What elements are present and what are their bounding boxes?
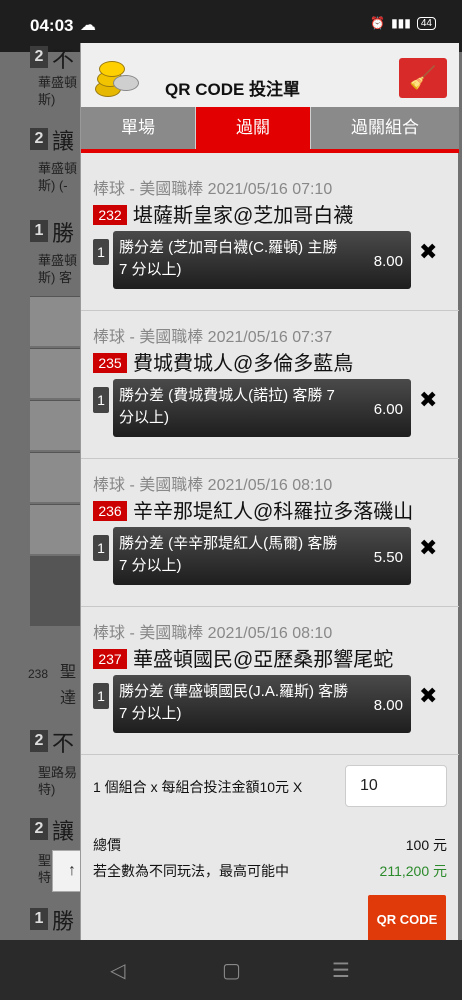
panel-title: QR CODE 投注單 <box>165 80 301 99</box>
bg-number: 2 <box>30 46 48 68</box>
close-icon[interactable]: ✖ <box>419 239 437 265</box>
bg-number: 1 <box>30 220 48 242</box>
bg-header-sub: 達 <box>60 690 77 707</box>
bet-league: 棒球 - 美國職棒 2021/05/16 08:10 <box>93 477 333 494</box>
close-icon[interactable]: ✖ <box>419 683 437 709</box>
match-code: 236 <box>93 501 127 521</box>
bg-label: 不 <box>52 47 75 72</box>
total-value: 100 元 <box>405 837 447 853</box>
recents-icon[interactable]: ☰ <box>332 958 350 983</box>
selection-box: 勝分差 (芝加哥白襪(C.羅頓) 主勝 7 分以上) 8.00 <box>113 231 411 289</box>
bet-slip-panel: QR CODE 投注單 🧹 單場 過關 過關組合 棒球 - 美國職棒 2021/… <box>80 43 459 945</box>
tab-parlay-combo[interactable]: 過關組合 <box>311 107 459 149</box>
selection-index: 1 <box>93 683 109 709</box>
match-title: 華盛頓國民@亞歷桑那響尾蛇 <box>133 649 394 671</box>
selection-box: 勝分差 (華盛頓國民(J.A.羅斯) 客勝 7 分以上) 8.00 <box>113 675 411 733</box>
bg-text: 華盛頓 斯) (- <box>38 161 78 193</box>
clock: 04:03 <box>30 16 74 35</box>
bg-text: 華盛頓 斯) 客 <box>38 253 78 285</box>
signal-icon: ▮▮▮ <box>391 16 411 30</box>
bet-footer: 1 個組合 x 每組合投注金額10元 X 10 總價 100 元 若全數為不同玩… <box>81 755 459 945</box>
selection-index: 1 <box>93 239 109 265</box>
match-code: 235 <box>93 353 127 373</box>
bg-number: 1 <box>30 908 48 930</box>
close-icon[interactable]: ✖ <box>419 535 437 561</box>
bet-item: 棒球 - 美國職棒 2021/05/16 07:10 232 堪薩斯皇家@芝加哥… <box>81 163 459 311</box>
selection-desc: 勝分差 (芝加哥白襪(C.羅頓) 主勝 7 分以上) <box>119 239 338 278</box>
bg-text: 華盛頓 斯) <box>38 75 78 107</box>
max-win-value: 211,200 元 <box>379 863 447 879</box>
match-title: 辛辛那堤紅人@科羅拉多落磯山 <box>133 501 414 523</box>
battery-indicator: 44 <box>416 16 436 30</box>
bg-number: 2 <box>30 818 48 840</box>
cloud-icon: ☁ <box>80 17 96 34</box>
coins-icon <box>93 57 143 97</box>
close-icon[interactable]: ✖ <box>419 387 437 413</box>
total-label: 總價 <box>93 837 121 853</box>
qr-code-button[interactable]: QR CODE <box>368 895 446 945</box>
bg-label: 不 <box>52 731 75 756</box>
match-code: 232 <box>93 205 127 225</box>
selection-desc: 勝分差 (華盛頓國民(J.A.羅斯) 客勝 7 分以上) <box>119 683 349 722</box>
match-title: 堪薩斯皇家@芝加哥白襪 <box>133 205 354 227</box>
bet-item: 棒球 - 美國職棒 2021/05/16 08:10 237 華盛頓國民@亞歷桑… <box>81 607 459 755</box>
broom-icon: 🧹 <box>409 65 437 90</box>
bg-label: 讓 <box>52 819 75 844</box>
selection-odds: 5.50 <box>373 549 403 566</box>
panel-header: QR CODE 投注單 🧹 <box>81 43 459 107</box>
selection-odds: 8.00 <box>373 253 403 270</box>
tab-bar: 單場 過關 過關組合 <box>81 107 459 153</box>
bg-text: 聖 特 <box>38 853 52 885</box>
clear-button[interactable]: 🧹 <box>399 58 447 98</box>
bet-item: 棒球 - 美國職棒 2021/05/16 07:37 235 費城費城人@多倫多… <box>81 311 459 459</box>
selection-box: 勝分差 (辛辛那堤紅人(馬爾) 客勝 7 分以上) 5.50 <box>113 527 411 585</box>
bg-label: 勝 <box>52 909 75 934</box>
bet-item: 棒球 - 美國職棒 2021/05/16 08:10 236 辛辛那堤紅人@科羅… <box>81 459 459 607</box>
tab-single[interactable]: 單場 <box>81 107 196 149</box>
status-icons: ⏰ ▮▮▮ 44 <box>370 16 436 30</box>
selection-index: 1 <box>93 535 109 561</box>
selection-desc: 勝分差 (辛辛那堤紅人(馬爾) 客勝 7 分以上) <box>119 535 338 574</box>
alarm-icon: ⏰ <box>370 16 386 30</box>
selection-box: 勝分差 (費城費城人(諾拉) 客勝 7 分以上) 6.00 <box>113 379 411 437</box>
bg-label: 讓 <box>52 129 75 154</box>
bg-label: 勝 <box>52 221 75 246</box>
match-code: 237 <box>93 649 127 669</box>
bet-league: 棒球 - 美國職棒 2021/05/16 07:10 <box>93 181 333 198</box>
selection-odds: 8.00 <box>373 697 403 714</box>
bg-header: 聖 <box>60 664 77 681</box>
bet-league: 棒球 - 美國職棒 2021/05/16 07:37 <box>93 329 333 346</box>
match-title: 費城費城人@多倫多藍鳥 <box>133 353 354 375</box>
nav-bar: ◁ ▢ ☰ <box>0 940 462 1000</box>
tab-parlay[interactable]: 過關 <box>196 107 311 149</box>
home-icon[interactable]: ▢ <box>222 958 241 983</box>
bg-text: 聖路易 特) <box>38 765 78 797</box>
combo-text: 1 個組合 x 每組合投注金額10元 X <box>93 779 303 795</box>
selection-desc: 勝分差 (費城費城人(諾拉) 客勝 7 分以上) <box>119 387 335 426</box>
bg-number: 2 <box>30 730 48 752</box>
back-icon[interactable]: ◁ <box>110 958 125 983</box>
amount-input[interactable]: 10 <box>345 765 447 807</box>
selection-index: 1 <box>93 387 109 413</box>
bet-league: 棒球 - 美國職棒 2021/05/16 08:10 <box>93 625 333 642</box>
bg-number: 2 <box>30 128 48 150</box>
max-win-label: 若全數為不同玩法，最高可能中 <box>93 863 289 879</box>
arrow-up-icon: ↑ <box>68 862 76 879</box>
bg-code: 238 <box>28 667 49 681</box>
selection-odds: 6.00 <box>373 401 403 418</box>
